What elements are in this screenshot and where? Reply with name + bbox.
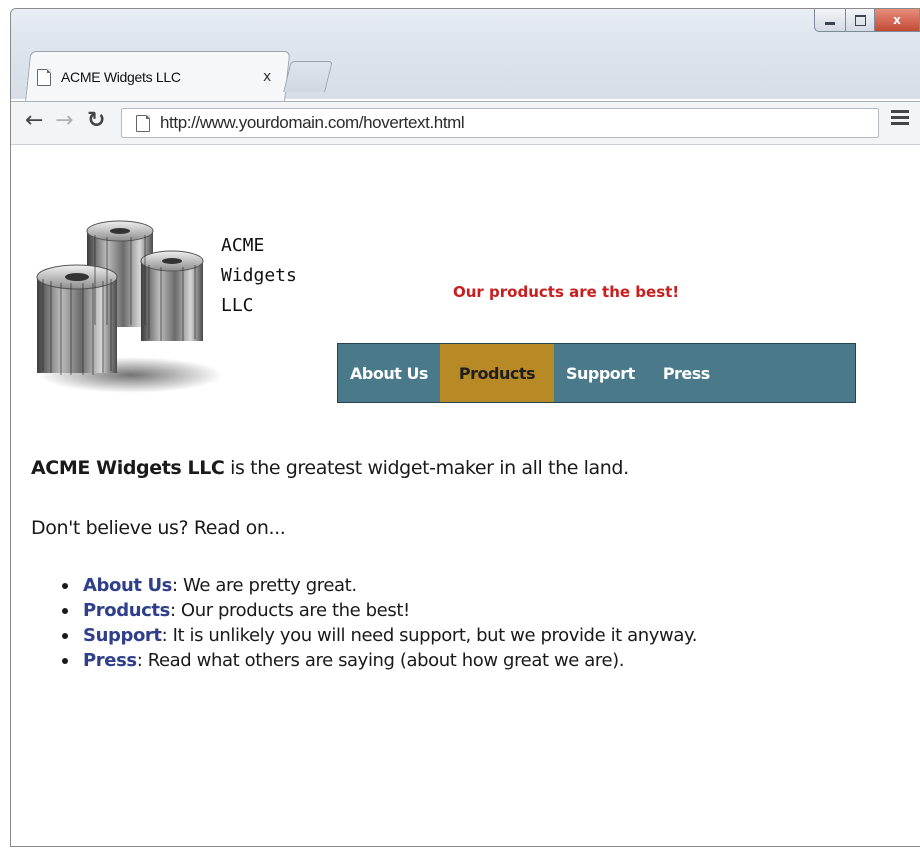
window-controls: x: [814, 9, 920, 32]
feature-list: About Us: We are pretty great. Products:…: [59, 573, 697, 673]
tab-title: ACME Widgets LLC: [61, 69, 181, 85]
gears-logo-image: [36, 220, 223, 393]
intro-company-name: ACME Widgets LLC: [31, 457, 225, 479]
main-navigation: About Us Products Support Press: [337, 343, 856, 403]
close-window-button[interactable]: x: [875, 9, 920, 32]
maximize-icon: [854, 14, 866, 26]
nav-item-support[interactable]: Support: [554, 344, 649, 402]
page-icon: [136, 114, 150, 132]
nav-item-press[interactable]: Press: [649, 344, 724, 402]
close-icon: x: [893, 13, 901, 27]
reload-icon[interactable]: ↻: [87, 108, 105, 133]
list-item: About Us: We are pretty great.: [59, 573, 697, 598]
intro-paragraph: ACME Widgets LLC is the greatest widget-…: [31, 457, 629, 479]
back-arrow-icon[interactable]: ←: [25, 108, 43, 133]
feature-term-press[interactable]: Press: [83, 650, 137, 671]
nav-item-about-us[interactable]: About Us: [338, 344, 440, 402]
page-icon: [37, 68, 51, 86]
feature-term-products[interactable]: Products: [83, 600, 170, 621]
feature-term-support[interactable]: Support: [83, 625, 162, 646]
menu-icon[interactable]: [891, 110, 909, 125]
browser-tab-content[interactable]: ACME Widgets LLC x: [37, 59, 277, 95]
forward-arrow-icon[interactable]: →: [55, 108, 73, 133]
company-name: ACME Widgets LLC: [221, 235, 297, 316]
list-item: Press: Read what others are saying (abou…: [59, 648, 697, 673]
browser-toolbar: ← → ↻ http://www.yourdomain.com/hovertex…: [11, 101, 920, 145]
read-on-paragraph: Don't believe us? Read on...: [31, 517, 286, 539]
list-item: Products: Our products are the best!: [59, 598, 697, 623]
page-content: ACME Widgets LLC Our products are the be…: [11, 145, 920, 846]
new-tab-button[interactable]: [283, 61, 333, 92]
feature-description: : Our products are the best!: [169, 600, 410, 621]
feature-term-about-us[interactable]: About Us: [83, 575, 172, 596]
nav-item-products[interactable]: Products: [439, 344, 554, 402]
tab-close-button[interactable]: x: [263, 69, 271, 85]
maximize-button[interactable]: [846, 9, 875, 32]
minimize-icon: [825, 21, 835, 25]
address-bar[interactable]: http://www.yourdomain.com/hovertext.html: [121, 108, 879, 138]
feature-description: : We are pretty great.: [172, 575, 357, 596]
feature-description: : Read what others are saying (about how…: [136, 650, 625, 671]
browser-window: ACME Widgets LLC x x ← → ↻ http://www.yo…: [10, 8, 920, 847]
url-text[interactable]: http://www.yourdomain.com/hovertext.html: [160, 113, 465, 133]
list-item: Support: It is unlikely you will need su…: [59, 623, 697, 648]
feature-description: : It is unlikely you will need support, …: [161, 625, 698, 646]
tagline-text: Our products are the best!: [453, 283, 680, 301]
minimize-button[interactable]: [814, 9, 846, 32]
intro-text: is the greatest widget-maker in all the …: [224, 457, 629, 479]
